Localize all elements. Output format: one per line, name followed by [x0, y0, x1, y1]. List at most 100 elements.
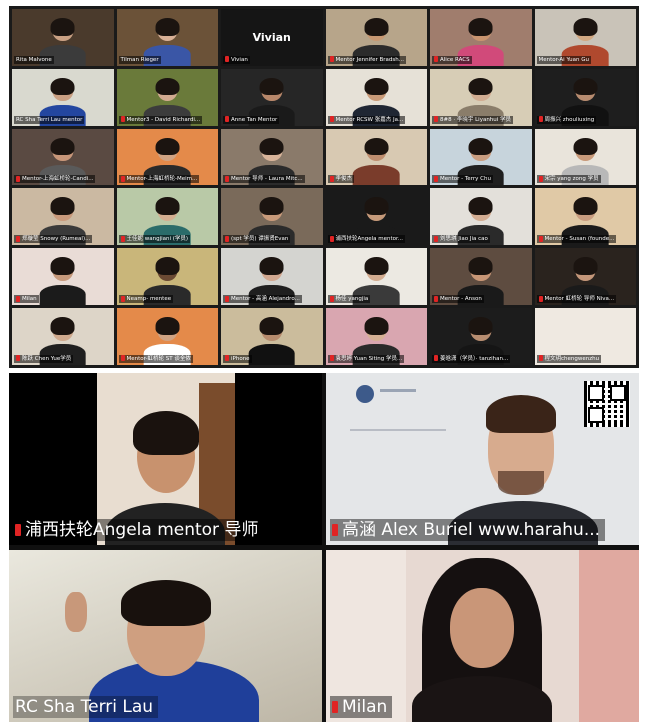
- participant-name-label: Mentor - Anson: [432, 295, 484, 304]
- participant-name: 杨佳 yangjia: [335, 296, 369, 303]
- participant-tile[interactable]: 浦西扶轮Angela mentor...: [325, 188, 427, 246]
- muted-mic-icon: [225, 175, 229, 182]
- participant-tile[interactable]: 李俊杰: [325, 128, 427, 186]
- participant-tile[interactable]: 陈跃 Chen Yue学员: [12, 308, 114, 365]
- muted-mic-icon: [225, 355, 229, 362]
- participant-tile[interactable]: RC Sha Terri Lau mentor: [12, 68, 114, 126]
- participant-tile[interactable]: Milan: [12, 248, 114, 306]
- participant-tile[interactable]: 郑璇莹 Snowy (Rumeal)...: [12, 188, 114, 246]
- participant-tile[interactable]: iPhone: [221, 308, 323, 365]
- participant-name: Mentor-上海虹桥轮-Meim...: [126, 176, 198, 183]
- raised-hand: [65, 592, 87, 632]
- participant-tile[interactable]: 宋宗 yang zong 学员: [534, 128, 636, 186]
- participant-tile[interactable]: Rita Malvone: [12, 9, 114, 66]
- participant-tile[interactable]: Mentor Jennifer Bradsh...: [325, 9, 427, 66]
- speaker-name-label: 高涵 Alex Buriel www.harahu...: [330, 519, 606, 541]
- muted-mic-icon: [434, 355, 438, 362]
- participant-name: 王佳妮 wangjiani (学员): [126, 236, 189, 243]
- participant-name-label: Mentor3 - David Richardi...: [118, 115, 203, 124]
- participant-tile[interactable]: Mentor RCSW 张嘉杰 Ja...: [325, 68, 427, 126]
- participant-name: Mentor 导师 - Laura Mitc...: [231, 176, 303, 183]
- participant-tile[interactable]: Mentor 虹桥轮 导师 Niva...: [534, 248, 636, 306]
- participant-tile[interactable]: 袁思婷 Yuan Siting 学员...: [325, 308, 427, 365]
- participant-tile[interactable]: 王佳妮 wangjiani (学员): [116, 188, 218, 246]
- participant-name: Vivian: [231, 56, 248, 63]
- participant-tile[interactable]: 程文玥chengwenzhu: [534, 308, 636, 365]
- participant-name-label: Alice RACS: [432, 55, 472, 64]
- participant-tile[interactable]: Vivian Vivian: [221, 9, 323, 66]
- participant-tile[interactable]: Mentor3 - David Richardi...: [116, 68, 218, 126]
- participant-tile[interactable]: Mentor-Ai Yuan Gu: [534, 9, 636, 66]
- participant-tile[interactable]: (spt 学员) 谭振贤Evan: [221, 188, 323, 246]
- participant-tile[interactable]: Anne Tan Mentor: [221, 68, 323, 126]
- participant-tile[interactable]: 姜晗潇（学员）· tanzihan...: [430, 308, 532, 365]
- participant-tile[interactable]: 8#8 · 李晓宇 Liyanhui 学员: [430, 68, 532, 126]
- participant-name: 陈跃 Chen Yue学员: [22, 355, 72, 362]
- participant-name: Rita Malvone: [16, 56, 52, 63]
- muted-mic-icon: [332, 524, 338, 536]
- muted-mic-icon: [225, 295, 229, 302]
- participant-tile[interactable]: Mentor-虹桥轮 ST 谈全侬: [116, 308, 218, 365]
- muted-mic-icon: [120, 355, 125, 362]
- participant-tile[interactable]: 刘思琪 Jiao Jia cao: [430, 188, 532, 246]
- muted-mic-icon: [329, 175, 334, 182]
- participant-tile[interactable]: Mentor 导师 - Laura Mitc...: [221, 128, 323, 186]
- speaker-tile-angela[interactable]: 浦西扶轮Angela mentor 导师: [9, 373, 322, 545]
- muted-mic-icon: [329, 295, 334, 302]
- participant-name-label: RC Sha Terri Lau mentor: [14, 115, 85, 124]
- muted-mic-icon: [120, 116, 125, 123]
- participant-name: Alice RACS: [440, 56, 470, 63]
- participant-name-label: 袁思婷 Yuan Siting 学员...: [327, 354, 405, 363]
- muted-mic-icon: [16, 355, 20, 362]
- participant-name-label: Mentor - Terry Chu: [432, 175, 493, 184]
- participant-tile[interactable]: Mentor-上海虹桥轮-Candi...: [12, 128, 114, 186]
- participant-name-label: 李俊杰: [327, 175, 355, 184]
- participant-name-label: Mentor-上海虹桥轮-Candi...: [14, 175, 96, 184]
- participant-name-label: 郑璇莹 Snowy (Rumeal)...: [14, 235, 93, 244]
- muted-mic-icon: [538, 235, 543, 242]
- participant-name: Tilman Rieger: [120, 56, 159, 63]
- muted-mic-icon: [225, 56, 229, 63]
- participant-name: Neamp- mentee: [126, 296, 172, 303]
- participant-tile[interactable]: Tilman Rieger: [116, 9, 218, 66]
- participant-tile[interactable]: Mentor - 高涵 Alejandro...: [221, 248, 323, 306]
- participant-name: iPhone: [231, 355, 250, 362]
- speaker-tile-alex[interactable]: 高涵 Alex Buriel www.harahu...: [326, 373, 639, 545]
- participant-name-label: 陈跃 Chen Yue学员: [14, 354, 74, 363]
- participant-tile[interactable]: Mentor - Susan (founde...: [534, 188, 636, 246]
- participant-name: 袁思婷 Yuan Siting 学员...: [335, 355, 403, 362]
- participant-tile[interactable]: Mentor - Terry Chu: [430, 128, 532, 186]
- participant-name: 刘思琪 Jiao Jia cao: [440, 236, 488, 243]
- participant-name: (spt 学员) 谭振贤Evan: [231, 236, 289, 243]
- muted-mic-icon: [329, 355, 334, 362]
- participant-name-label: (spt 学员) 谭振贤Evan: [223, 235, 291, 244]
- participant-name-label: 王佳妮 wangjiani (学员): [118, 235, 191, 244]
- participant-tile[interactable]: Mentor - Anson: [430, 248, 532, 306]
- speaker-tile-terri[interactable]: RC Sha Terri Lau: [9, 550, 322, 722]
- participant-name-label: Mentor Jennifer Bradsh...: [327, 55, 406, 64]
- participant-tile[interactable]: Neamp- mentee: [116, 248, 218, 306]
- participant-name: 姜晗潇（学员）· tanzihan...: [440, 355, 509, 362]
- muted-mic-icon: [434, 235, 438, 242]
- muted-mic-icon: [538, 355, 543, 362]
- speaker-tile-milan[interactable]: Milan: [326, 550, 639, 722]
- participant-name-label: 程文玥chengwenzhu: [536, 354, 602, 363]
- muted-mic-icon: [120, 295, 125, 302]
- participant-tile[interactable]: Mentor-上海虹桥轮-Meim...: [116, 128, 218, 186]
- participant-tile[interactable]: 杨佳 yangjia: [325, 248, 427, 306]
- muted-mic-icon: [434, 116, 438, 123]
- participant-grid: Rita Malvone Tilman Rieger Vivian Vivian Men…: [12, 9, 636, 365]
- participant-name-label: Neamp- mentee: [118, 295, 174, 304]
- muted-mic-icon: [434, 56, 438, 63]
- participant-display-name: Vivian: [252, 30, 291, 44]
- participant-name-label: 宋宗 yang zong 学员: [536, 175, 601, 184]
- participant-tile[interactable]: Alice RACS: [430, 9, 532, 66]
- participant-name-label: Mentor 虹桥轮 导师 Niva...: [536, 295, 617, 304]
- participant-name: 程文玥chengwenzhu: [544, 355, 600, 362]
- participant-name: Mentor3 - David Richardi...: [126, 116, 201, 123]
- muted-mic-icon: [329, 116, 334, 123]
- participant-name: Mentor RCSW 张嘉杰 Ja...: [335, 116, 404, 123]
- participant-name: Mentor - 高涵 Alejandro...: [231, 296, 300, 303]
- participant-tile[interactable]: 周振兴 zhouliuxing: [534, 68, 636, 126]
- speaker-view: 浦西扶轮Angela mentor 导师 高涵 Alex Buriel www.…: [9, 373, 639, 722]
